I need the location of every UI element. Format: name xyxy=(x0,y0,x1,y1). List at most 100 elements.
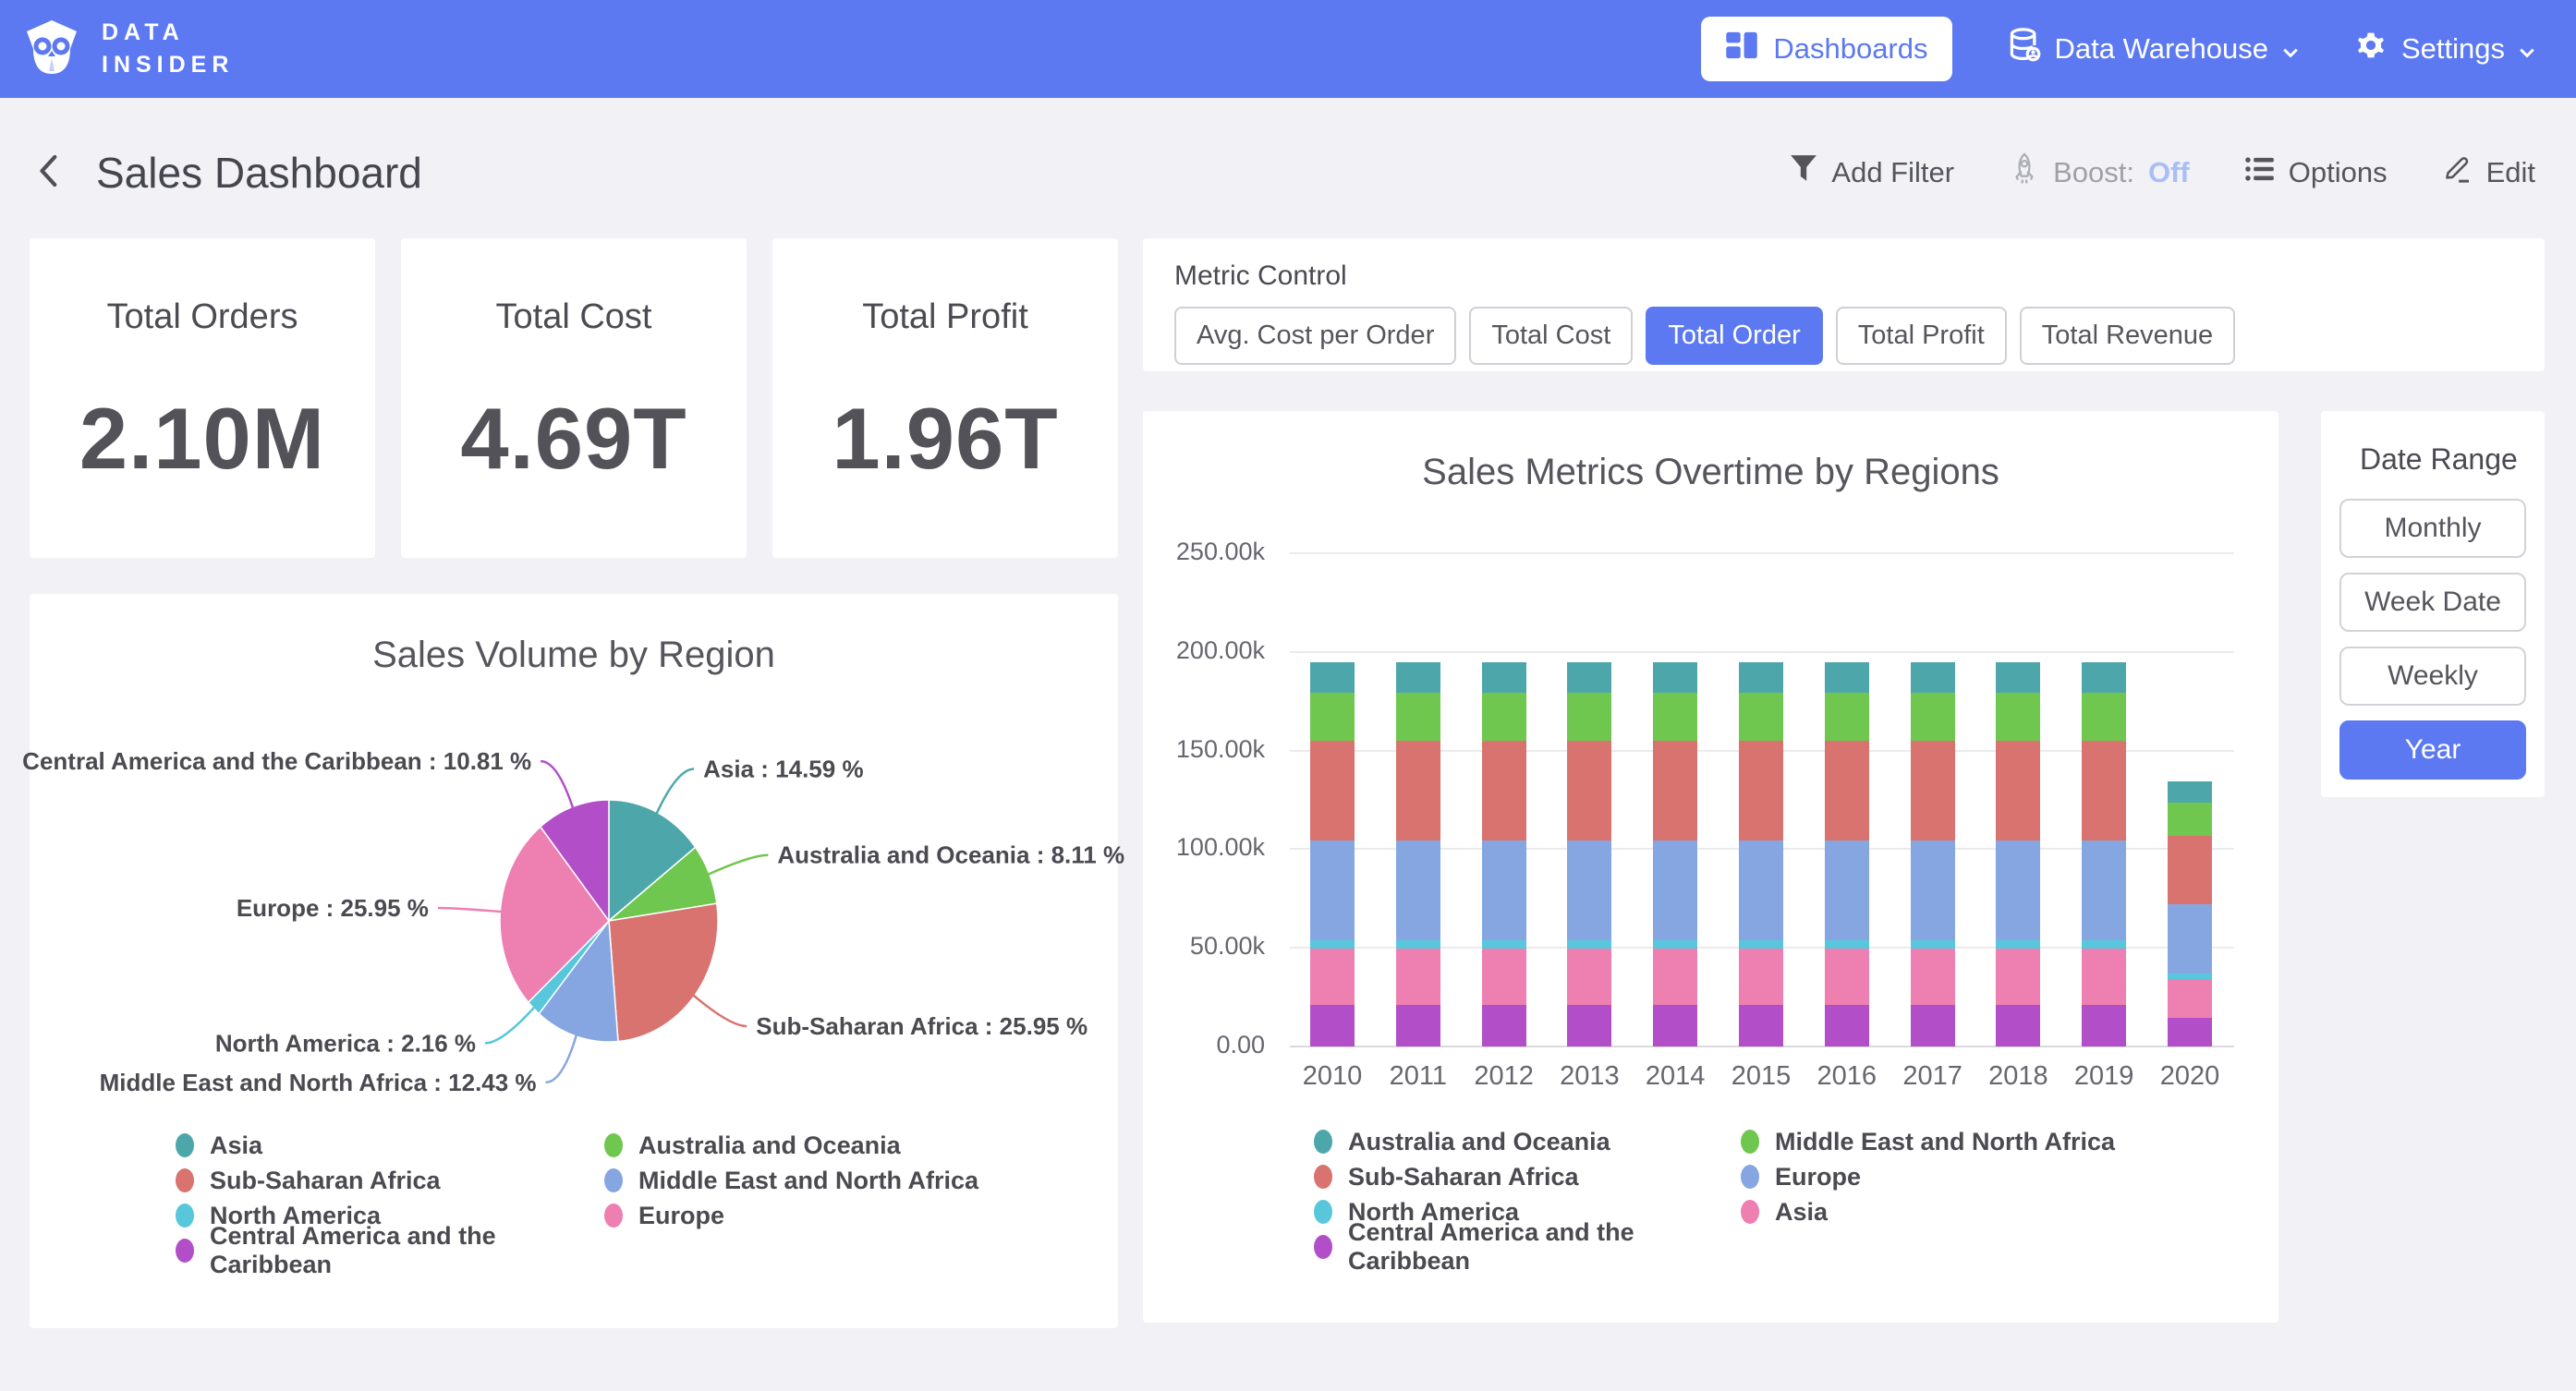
bar-segment-2011-central-america-and-the-caribbean[interactable] xyxy=(1396,1005,1440,1046)
bar-segment-2012-central-america-and-the-caribbean[interactable] xyxy=(1482,1005,1526,1046)
date-range-option-weekly[interactable]: Weekly xyxy=(2339,647,2526,706)
date-range-option-year[interactable]: Year xyxy=(2339,720,2526,780)
bar-segment-2017-asia[interactable] xyxy=(1911,949,1955,1005)
bar-segment-2013-central-america-and-the-caribbean[interactable] xyxy=(1567,1005,1611,1046)
bar-segment-2014-australia-and-oceania[interactable] xyxy=(1653,662,1697,693)
bar-legend-item-sub-saharan-africa[interactable]: Sub-Saharan Africa xyxy=(1314,1159,1741,1194)
nav-item-data-warehouse[interactable]: Data Warehouse xyxy=(2008,28,2299,70)
bar-segment-2017-australia-and-oceania[interactable] xyxy=(1911,662,1955,693)
pie-legend-item-sub-saharan-africa[interactable]: Sub-Saharan Africa xyxy=(176,1163,604,1198)
bar-segment-2014-north-america[interactable] xyxy=(1653,940,1697,949)
bar-segment-2017-europe[interactable] xyxy=(1911,841,1955,940)
bar-segment-2012-middle-east-and-north-africa[interactable] xyxy=(1482,693,1526,741)
bar-segment-2018-australia-and-oceania[interactable] xyxy=(1996,662,2040,693)
bar-legend-item-central-america-and-the-caribbean[interactable]: Central America and the Caribbean xyxy=(1314,1229,1741,1264)
bar-segment-2015-australia-and-oceania[interactable] xyxy=(1739,662,1783,693)
bar-segment-2014-asia[interactable] xyxy=(1653,949,1697,1005)
bar-segment-2013-middle-east-and-north-africa[interactable] xyxy=(1567,693,1611,741)
edit-button[interactable]: Edit xyxy=(2443,154,2535,191)
bar-segment-2011-europe[interactable] xyxy=(1396,841,1440,940)
bar-segment-2010-middle-east-and-north-africa[interactable] xyxy=(1310,693,1355,741)
bar-segment-2019-europe[interactable] xyxy=(2082,841,2126,940)
bar-segment-2014-middle-east-and-north-africa[interactable] xyxy=(1653,693,1697,741)
bar-segment-2014-europe[interactable] xyxy=(1653,841,1697,940)
bar-segment-2011-australia-and-oceania[interactable] xyxy=(1396,662,1440,693)
bar-segment-2012-australia-and-oceania[interactable] xyxy=(1482,662,1526,693)
bar-segment-2019-australia-and-oceania[interactable] xyxy=(2082,662,2126,693)
bar-segment-2020-central-america-and-the-caribbean[interactable] xyxy=(2168,1018,2212,1046)
bar-segment-2019-north-america[interactable] xyxy=(2082,940,2126,949)
boost-toggle[interactable]: Boost: Off xyxy=(2010,152,2190,193)
bar-segment-2016-sub-saharan-africa[interactable] xyxy=(1825,741,1869,841)
bar-legend-item-australia-and-oceania[interactable]: Australia and Oceania xyxy=(1314,1124,1741,1159)
bar-segment-2012-europe[interactable] xyxy=(1482,841,1526,940)
bar-segment-2016-central-america-and-the-caribbean[interactable] xyxy=(1825,1005,1869,1046)
date-range-option-monthly[interactable]: Monthly xyxy=(2339,499,2526,558)
bar-segment-2019-middle-east-and-north-africa[interactable] xyxy=(2082,693,2126,741)
bar-legend-item-asia[interactable]: Asia xyxy=(1741,1194,2115,1229)
bar-segment-2019-central-america-and-the-caribbean[interactable] xyxy=(2082,1005,2126,1046)
bar-segment-2020-europe[interactable] xyxy=(2168,904,2212,974)
bar-segment-2016-europe[interactable] xyxy=(1825,841,1869,940)
bar-segment-2012-asia[interactable] xyxy=(1482,949,1526,1005)
bar-segment-2010-north-america[interactable] xyxy=(1310,940,1355,949)
bar-legend-item-middle-east-and-north-africa[interactable]: Middle East and North Africa xyxy=(1741,1124,2115,1159)
bar-segment-2013-asia[interactable] xyxy=(1567,949,1611,1005)
metric-option-total-profit[interactable]: Total Profit xyxy=(1836,307,2007,365)
metric-option-total-order[interactable]: Total Order xyxy=(1646,307,1822,365)
bar-segment-2010-asia[interactable] xyxy=(1310,949,1355,1005)
bar-segment-2020-middle-east-and-north-africa[interactable] xyxy=(2168,803,2212,836)
bar-segment-2017-sub-saharan-africa[interactable] xyxy=(1911,741,1955,841)
bar-segment-2012-sub-saharan-africa[interactable] xyxy=(1482,741,1526,841)
bar-segment-2013-europe[interactable] xyxy=(1567,841,1611,940)
bar-segment-2015-north-america[interactable] xyxy=(1739,940,1783,949)
bar-segment-2015-central-america-and-the-caribbean[interactable] xyxy=(1739,1005,1783,1046)
bar-segment-2020-australia-and-oceania[interactable] xyxy=(2168,781,2212,803)
bar-segment-2011-middle-east-and-north-africa[interactable] xyxy=(1396,693,1440,741)
bar-segment-2011-sub-saharan-africa[interactable] xyxy=(1396,741,1440,841)
pie-chart[interactable]: Asia : 14.59 %Australia and Oceania : 8.… xyxy=(30,683,1118,1144)
pie-legend-item-europe[interactable]: Europe xyxy=(604,1198,978,1233)
bar-segment-2018-north-america[interactable] xyxy=(1996,940,2040,949)
bar-segment-2018-europe[interactable] xyxy=(1996,841,2040,940)
bar-segment-2018-middle-east-and-north-africa[interactable] xyxy=(1996,693,2040,741)
bar-segment-2016-australia-and-oceania[interactable] xyxy=(1825,662,1869,693)
bar-segment-2020-north-america[interactable] xyxy=(2168,974,2212,979)
nav-item-dashboards[interactable]: Dashboards xyxy=(1701,17,1951,81)
bar-segment-2014-sub-saharan-africa[interactable] xyxy=(1653,741,1697,841)
pie-legend-item-australia-and-oceania[interactable]: Australia and Oceania xyxy=(604,1128,978,1163)
bar-segment-2012-north-america[interactable] xyxy=(1482,940,1526,949)
bar-segment-2020-sub-saharan-africa[interactable] xyxy=(2168,836,2212,904)
bar-legend-item-europe[interactable]: Europe xyxy=(1741,1159,2115,1194)
bar-segment-2010-europe[interactable] xyxy=(1310,841,1355,940)
bar-segment-2018-central-america-and-the-caribbean[interactable] xyxy=(1996,1005,2040,1046)
bar-segment-2017-north-america[interactable] xyxy=(1911,940,1955,949)
bar-segment-2013-sub-saharan-africa[interactable] xyxy=(1567,741,1611,841)
pie-legend-item-central-america-and-the-caribbean[interactable]: Central America and the Caribbean xyxy=(176,1233,604,1268)
bar-segment-2018-sub-saharan-africa[interactable] xyxy=(1996,741,2040,841)
bar-segment-2011-north-america[interactable] xyxy=(1396,940,1440,949)
bar-segment-2020-asia[interactable] xyxy=(2168,979,2212,1018)
bar-segment-2010-central-america-and-the-caribbean[interactable] xyxy=(1310,1005,1355,1046)
pie-legend-item-middle-east-and-north-africa[interactable]: Middle East and North Africa xyxy=(604,1163,978,1198)
pie-legend-item-asia[interactable]: Asia xyxy=(176,1128,604,1163)
bar-segment-2010-australia-and-oceania[interactable] xyxy=(1310,662,1355,693)
bar-segment-2011-asia[interactable] xyxy=(1396,949,1440,1005)
bar-segment-2013-australia-and-oceania[interactable] xyxy=(1567,662,1611,693)
bar-segment-2016-asia[interactable] xyxy=(1825,949,1869,1005)
options-button[interactable]: Options xyxy=(2245,155,2388,190)
bar-segment-2015-asia[interactable] xyxy=(1739,949,1783,1005)
bar-segment-2014-central-america-and-the-caribbean[interactable] xyxy=(1653,1005,1697,1046)
bar-segment-2015-europe[interactable] xyxy=(1739,841,1783,940)
bar-segment-2010-sub-saharan-africa[interactable] xyxy=(1310,741,1355,841)
metric-option-avg-cost-per-order[interactable]: Avg. Cost per Order xyxy=(1174,307,1456,365)
bar-segment-2019-sub-saharan-africa[interactable] xyxy=(2082,741,2126,841)
bar-segment-2016-north-america[interactable] xyxy=(1825,940,1869,949)
back-button[interactable] xyxy=(35,152,63,194)
pie-slice-sub-saharan-africa[interactable] xyxy=(609,903,718,1041)
bar-segment-2015-middle-east-and-north-africa[interactable] xyxy=(1739,693,1783,741)
bar-segment-2017-central-america-and-the-caribbean[interactable] xyxy=(1911,1005,1955,1046)
add-filter-button[interactable]: Add Filter xyxy=(1790,154,1954,191)
metric-option-total-cost[interactable]: Total Cost xyxy=(1469,307,1633,365)
bar-segment-2013-north-america[interactable] xyxy=(1567,940,1611,949)
